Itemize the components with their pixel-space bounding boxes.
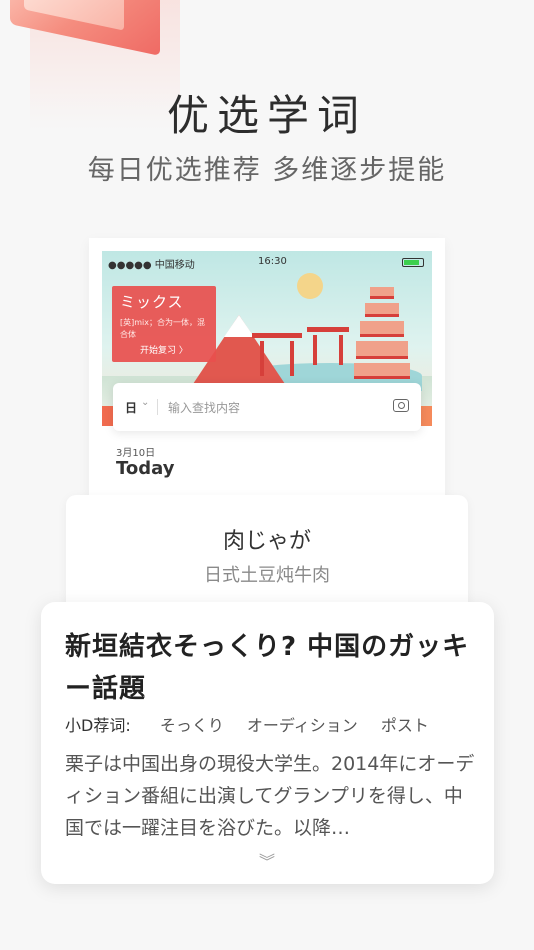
word-meaning: 日式土豆炖牛肉 xyxy=(204,565,330,586)
keyword-link[interactable]: オーディション xyxy=(247,716,358,735)
today-heading: Today xyxy=(116,458,175,479)
search-bar[interactable]: 日 ⌄ 输入查找内容 xyxy=(113,383,421,431)
review-definition: [英]mix；合为一体，混合体 xyxy=(120,318,205,339)
article-title: 新垣結衣そっくり? 中国のガッキー話題 xyxy=(65,632,470,704)
language-selector[interactable]: 日 xyxy=(125,399,137,416)
hero-subtitle: 每日优选推荐 多维逐步提能 xyxy=(87,155,447,186)
date-label: 3月10日 xyxy=(116,448,156,459)
keyword-link[interactable]: ポスト xyxy=(381,716,429,735)
carrier-label: ●●●●● 中国移动 xyxy=(108,260,195,271)
chevron-down-icon: ⌄ xyxy=(141,397,150,408)
torii-gate-illustration xyxy=(307,327,349,365)
search-input[interactable]: 输入查找内容 xyxy=(168,399,240,416)
battery-icon xyxy=(402,258,424,267)
divider xyxy=(157,399,158,415)
review-word: ミックス xyxy=(120,293,184,311)
status-bar: ●●●●● 中国移动 16:30 xyxy=(108,255,426,271)
sun-illustration xyxy=(297,273,323,299)
hero-title: 优选学词 xyxy=(166,91,367,140)
torii-gate-illustration xyxy=(252,333,302,376)
recommended-words: 小D荐词: そっくり オーディション ポスト xyxy=(65,712,447,736)
word-text: 肉じゃが xyxy=(222,529,311,554)
pagoda-illustration xyxy=(354,279,410,379)
snowcap-illustration xyxy=(224,315,254,337)
article-body: 栗子は中国出身の現役大学生。2014年にオーディション番組に出演してグランプリを… xyxy=(65,753,475,839)
review-word-card[interactable]: ミックス [英]mix；合为一体，混合体 开始复习 〉 xyxy=(112,286,216,362)
recommended-words-label: 小D荐词: xyxy=(65,716,131,735)
keyword-link[interactable]: そっくり xyxy=(160,716,224,735)
camera-icon[interactable] xyxy=(393,399,409,412)
start-review-button[interactable]: 开始复习 〉 xyxy=(140,343,188,356)
status-time: 16:30 xyxy=(258,256,287,267)
phone-mockup: ●●●●● 中国移动 16:30 ミックス [英]mix；合为一体，混合体 开始… xyxy=(89,238,445,508)
article-card[interactable]: 新垣結衣そっくり? 中国のガッキー話題 小D荐词: そっくり オーディション ポ… xyxy=(41,602,494,884)
expand-chevron-icon[interactable]: ︾ xyxy=(259,848,275,872)
